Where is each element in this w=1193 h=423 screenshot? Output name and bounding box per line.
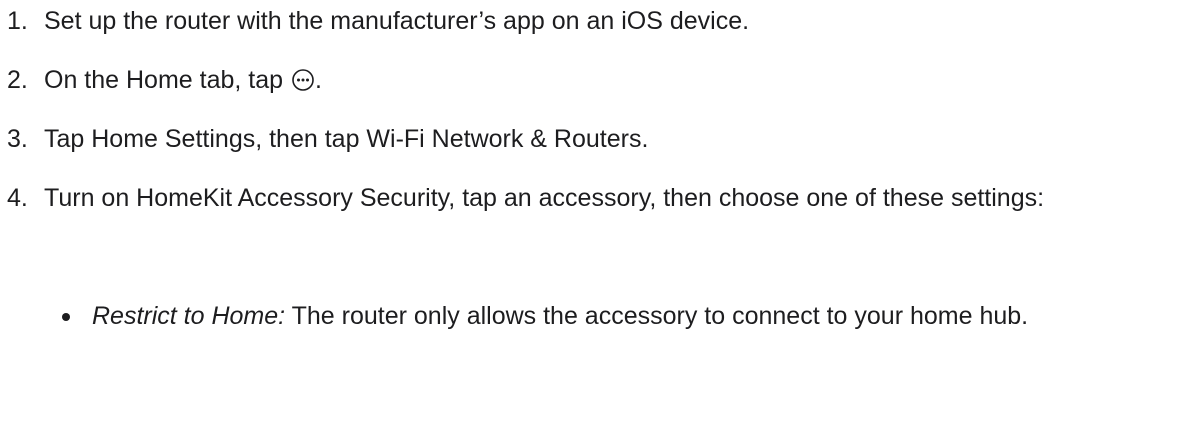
step-1: 1. Set up the router with the manufactur… bbox=[0, 3, 1164, 40]
step-number: 2. bbox=[7, 66, 28, 94]
step-number: 3. bbox=[7, 125, 28, 153]
step-text: Set up the router with the manufacturer’… bbox=[44, 7, 750, 35]
step-text-end: . bbox=[314, 66, 322, 94]
step-number: 1. bbox=[7, 7, 28, 35]
step-text: Turn on HomeKit Accessory Security, tap … bbox=[44, 184, 1045, 212]
step-4: 4. Turn on HomeKit Accessory Security, t… bbox=[0, 180, 1164, 217]
options-list: Restrict to Home: The router only allows… bbox=[0, 298, 1193, 335]
option-term: Restrict to Home: bbox=[92, 302, 286, 330]
option-restrict-to-home: Restrict to Home: The router only allows… bbox=[0, 298, 1152, 335]
more-ellipsis-circle-icon bbox=[292, 69, 314, 91]
step-text: Tap Home Settings, then tap Wi-Fi Networ… bbox=[44, 125, 649, 153]
option-description: The router only allows the accessory to … bbox=[291, 302, 1029, 330]
step-number: 4. bbox=[7, 184, 28, 212]
step-3: 3. Tap Home Settings, then tap Wi-Fi Net… bbox=[0, 121, 1164, 158]
steps-list: 1. Set up the router with the manufactur… bbox=[0, 3, 1193, 239]
step-text: On the Home tab, tap bbox=[44, 66, 284, 94]
step-2: 2. On the Home tab, tap . bbox=[0, 62, 1164, 99]
bullet-dot bbox=[62, 313, 70, 321]
